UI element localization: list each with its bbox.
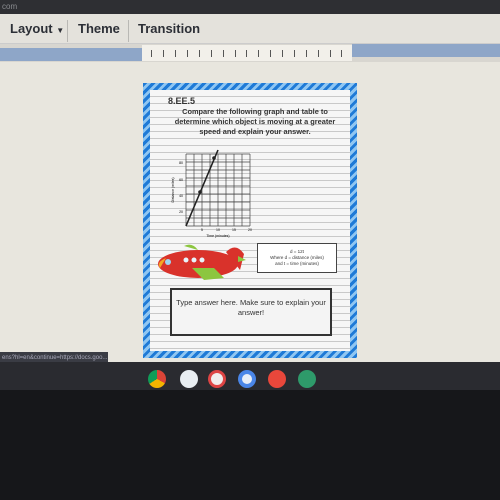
answer-textbox[interactable]: Type answer here. Make sure to explain y… [170,288,332,336]
docs-icon[interactable] [238,370,256,388]
data-point [198,190,202,194]
gmail-icon[interactable] [208,370,226,388]
divider [128,20,129,42]
standard-code: 8.EE.5 [168,96,196,106]
slides-toolbar: Layout ▼ Theme Transition [0,14,500,44]
distance-time-graph: 80 60 40 20 5 10 15 20 Time (minutes) Di… [171,149,252,238]
x-tick: 5 [201,228,203,232]
x-axis-label: Time (minutes) [206,234,229,238]
ruler-margin-left [0,48,142,61]
y-tick: 60 [179,178,183,182]
layout-label: Layout [10,21,53,36]
prompt-text: Compare the following graph and table to… [174,107,336,136]
url-fragment: com [2,2,18,11]
chevron-down-icon: ▼ [56,26,65,35]
transition-button[interactable]: Transition [138,21,200,36]
chrome-icon[interactable] [148,370,166,388]
equation-def-t: and t = time (minutes) [275,261,319,266]
x-tick: 10 [216,228,220,232]
slide[interactable]: 8.EE.5 Compare the following graph and t… [143,83,357,358]
grid [185,153,251,227]
equation-box: d = 12t Where d = distance (miles) and t… [257,243,337,273]
y-tick: 80 [179,161,183,165]
theme-button[interactable]: Theme [78,21,120,36]
ruler[interactable] [142,45,352,61]
data-point [212,156,216,160]
y-tick: 40 [179,194,183,198]
ruler-margin-right [352,44,500,57]
x-tick: 20 [248,228,252,232]
play-store-icon[interactable] [180,370,198,388]
layout-button[interactable]: Layout ▼ [10,21,64,36]
youtube-icon[interactable] [268,370,286,388]
divider [67,20,68,42]
airplane-image [158,244,246,280]
lined-paper: 8.EE.5 Compare the following graph and t… [150,90,350,351]
ruler-bar [0,44,500,62]
y-axis-label: Distance (miles) [171,177,175,202]
classroom-icon[interactable] [298,370,316,388]
y-tick: 20 [179,210,183,214]
screen-bezel [0,390,500,500]
x-tick: 15 [232,228,236,232]
